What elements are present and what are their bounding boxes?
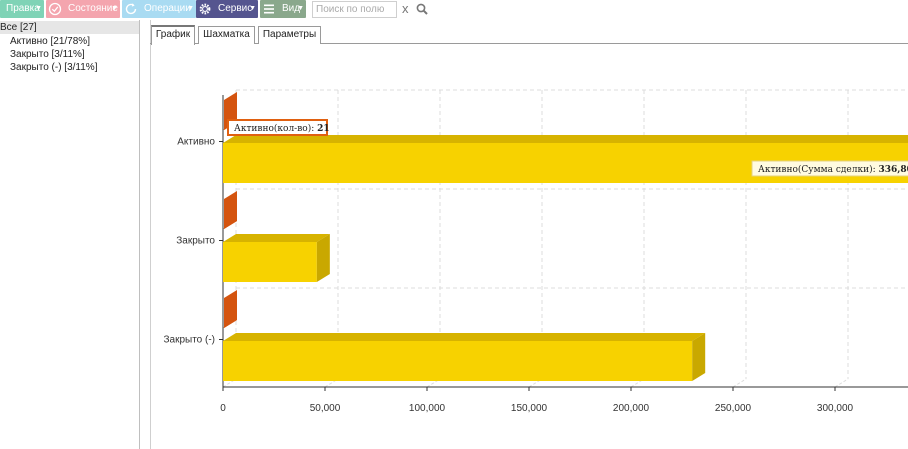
x-tick-label: 300,000 xyxy=(817,403,854,414)
sum-bar-top[interactable] xyxy=(223,234,330,242)
sum-bar[interactable] xyxy=(223,341,693,381)
x-tick-label: 100,000 xyxy=(409,403,446,414)
y-category-label: Закрыто xyxy=(176,236,215,247)
sum-bar[interactable] xyxy=(223,242,317,282)
y-category-label: Закрыто (-) xyxy=(163,335,215,346)
refresh-icon xyxy=(125,3,137,15)
tab-chart[interactable]: График xyxy=(151,25,195,45)
count-tooltip-text: Активно(кол-во): 21 xyxy=(234,123,330,134)
tree-item-closed[interactable]: Закрыто [3/11%] xyxy=(10,48,85,61)
app-window: Правка ▼ Состояние ▼ Операции ▼ Сервис ▼… xyxy=(0,0,908,449)
chevron-down-icon: ▼ xyxy=(249,5,256,12)
service-menu-label: Сервис xyxy=(218,3,253,14)
clear-search-button[interactable]: x xyxy=(402,1,409,16)
tree-item-active[interactable]: Активно [21/78%] xyxy=(10,35,90,48)
x-tick-label: 250,000 xyxy=(715,403,752,414)
gear-icon xyxy=(199,3,211,15)
sum-bar-side[interactable] xyxy=(316,234,330,282)
bar-chart: 0 50,000 100,000 150,000 200,000 250,000 300,0… xyxy=(163,89,908,414)
tree-root-all[interactable]: Все [27] xyxy=(0,21,139,34)
view-tabs: График Шахматка Параметры xyxy=(150,24,908,45)
list-icon xyxy=(264,4,274,14)
tab-chessboard[interactable]: Шахматка xyxy=(198,26,255,44)
x-tick-label: 200,000 xyxy=(613,403,650,414)
toolbar: Правка ▼ Состояние ▼ Операции ▼ Сервис ▼… xyxy=(0,0,908,20)
view-menu-button[interactable]: Вид ▼ xyxy=(260,0,306,18)
status-tree-panel: Все [27] Активно [21/78%] Закрыто [3/11%… xyxy=(0,20,140,449)
service-menu-button[interactable]: Сервис ▼ xyxy=(196,0,258,18)
chevron-down-icon: ▼ xyxy=(111,5,118,12)
x-tick-label: 0 xyxy=(220,403,226,414)
chevron-down-icon: ▼ xyxy=(35,5,42,12)
operations-menu-label: Операции xyxy=(144,3,191,14)
check-circle-icon xyxy=(48,2,62,16)
sum-tooltip-text: Активно(Сумма сделки): 336,800 xyxy=(758,164,908,175)
sum-bar-side[interactable] xyxy=(692,333,706,381)
grid-line-depth xyxy=(834,378,849,388)
y-category-label: Активно xyxy=(177,137,215,148)
count-bar-side[interactable] xyxy=(224,191,237,229)
operations-menu-button[interactable]: Операции ▼ xyxy=(122,0,196,18)
x-tick-label: 150,000 xyxy=(511,403,548,414)
chevron-down-icon: ▼ xyxy=(187,5,194,12)
sum-bar-top[interactable] xyxy=(223,135,908,143)
count-bar-side[interactable] xyxy=(224,290,237,328)
edit-menu-button[interactable]: Правка ▼ xyxy=(0,0,44,18)
tree-item-closed-minus[interactable]: Закрыто (-) [3/11%] xyxy=(10,61,97,74)
search-input[interactable] xyxy=(312,1,397,18)
x-tick-label: 50,000 xyxy=(310,403,341,414)
grid-line-depth xyxy=(732,378,747,388)
state-menu-button[interactable]: Состояние ▼ xyxy=(46,0,120,18)
search-icon[interactable] xyxy=(416,3,428,15)
sum-bar-top[interactable] xyxy=(223,333,706,341)
tab-parameters[interactable]: Параметры xyxy=(258,26,321,44)
chevron-down-icon: ▼ xyxy=(297,5,304,12)
